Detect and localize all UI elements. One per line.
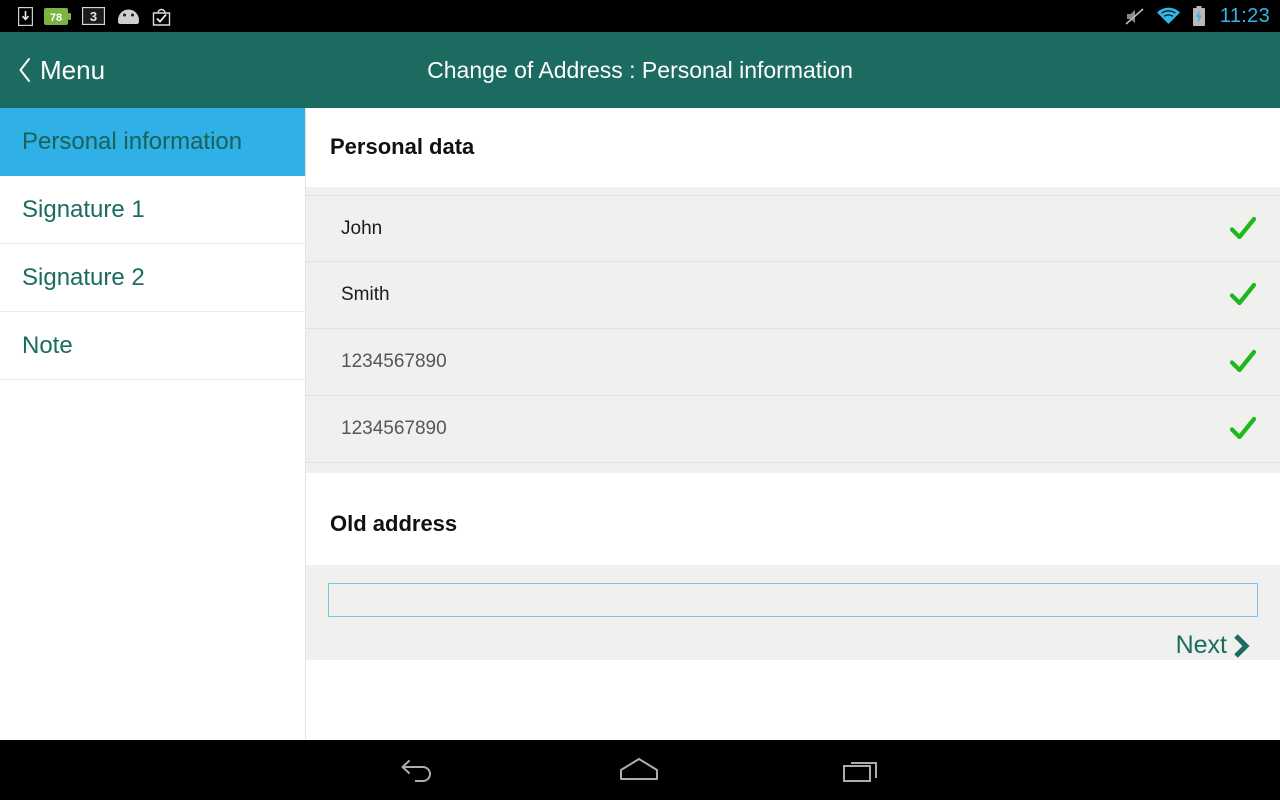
wifi-icon (1156, 7, 1180, 24)
next-button-label: Next (1175, 631, 1227, 659)
old-address-input[interactable] (328, 583, 1258, 617)
android-status-bar: 78 3 11:23 (0, 0, 1280, 32)
chevron-right-icon (1234, 633, 1250, 658)
check-icon (1229, 282, 1257, 306)
first-name-value: John (341, 217, 383, 239)
recent-apps-nav-button[interactable] (841, 755, 881, 785)
battery-percent-icon: 78 (44, 7, 71, 25)
chevron-left-icon (19, 58, 30, 82)
page-title: Change of Address : Personal information (427, 56, 853, 83)
battery-charging-icon (1192, 6, 1205, 26)
back-to-menu-button[interactable]: Menu (0, 57, 105, 83)
check-icon (1229, 216, 1257, 239)
last-name-value: Smith (341, 284, 390, 305)
table-row[interactable]: 1234567890 (306, 396, 1280, 463)
check-icon (1229, 349, 1257, 373)
next-button[interactable]: Next (1176, 631, 1252, 660)
personal-data-heading: Personal data (330, 134, 475, 159)
status-bar-left-icons: 78 3 (18, 6, 171, 26)
download-manager-icon (18, 6, 33, 26)
main-content: Personal data John Smith 1234567890 1234… (306, 108, 1280, 740)
android-robot-icon (118, 9, 139, 24)
back-nav-button[interactable] (399, 755, 437, 785)
svg-text:3: 3 (90, 9, 97, 24)
sidebar-item-label: Signature 1 (22, 195, 145, 223)
sidebar-item-label: Note (22, 331, 73, 359)
check-icon (1229, 416, 1257, 440)
table-row[interactable]: John (306, 195, 1280, 262)
android-tablet-screen: 78 3 11:23 Menu Change of Address: Pers… (0, 0, 1280, 800)
personal-data-panel: John Smith 1234567890 1234567890 (306, 187, 1280, 473)
app-header-bar: Menu Change of Address : Personal inform… (0, 32, 1280, 108)
mute-icon (1125, 7, 1144, 25)
sidebar-item-signature-2[interactable]: Signature 2 (0, 244, 305, 312)
android-navigation-bar (0, 740, 1280, 800)
old-address-panel: Next (306, 565, 1280, 660)
old-address-heading: Old address (330, 511, 458, 536)
svg-text:78: 78 (50, 12, 62, 24)
sidebar-item-label: Personal information (22, 127, 243, 155)
sidebar-item-signature-1[interactable]: Signature 1 (0, 176, 305, 244)
sidebar-item-personal-information[interactable]: Personal information (0, 108, 305, 176)
status-bar-clock: 11:23 (1219, 4, 1270, 27)
number-one-value: 1234567890 (341, 351, 447, 372)
screen-record-icon: 3 (82, 7, 105, 25)
sidebar-item-note[interactable]: Note (0, 312, 305, 380)
app-install-icon (152, 8, 171, 26)
table-row[interactable]: Smith (306, 262, 1280, 329)
sidebar-navigation: Personal information Signature 1 Signatu… (0, 108, 306, 740)
back-button-label: Menu (40, 55, 106, 85)
table-row[interactable]: 1234567890 (306, 329, 1280, 396)
home-nav-button[interactable] (617, 755, 661, 785)
body-area: Personal information Signature 1 Signatu… (0, 108, 1280, 740)
next-button-row: Next (328, 617, 1258, 660)
sidebar-item-label: Signature 2 (22, 263, 145, 291)
status-bar-right-icons: 11:23 (1124, 5, 1270, 28)
number-two-value: 1234567890 (341, 418, 447, 439)
